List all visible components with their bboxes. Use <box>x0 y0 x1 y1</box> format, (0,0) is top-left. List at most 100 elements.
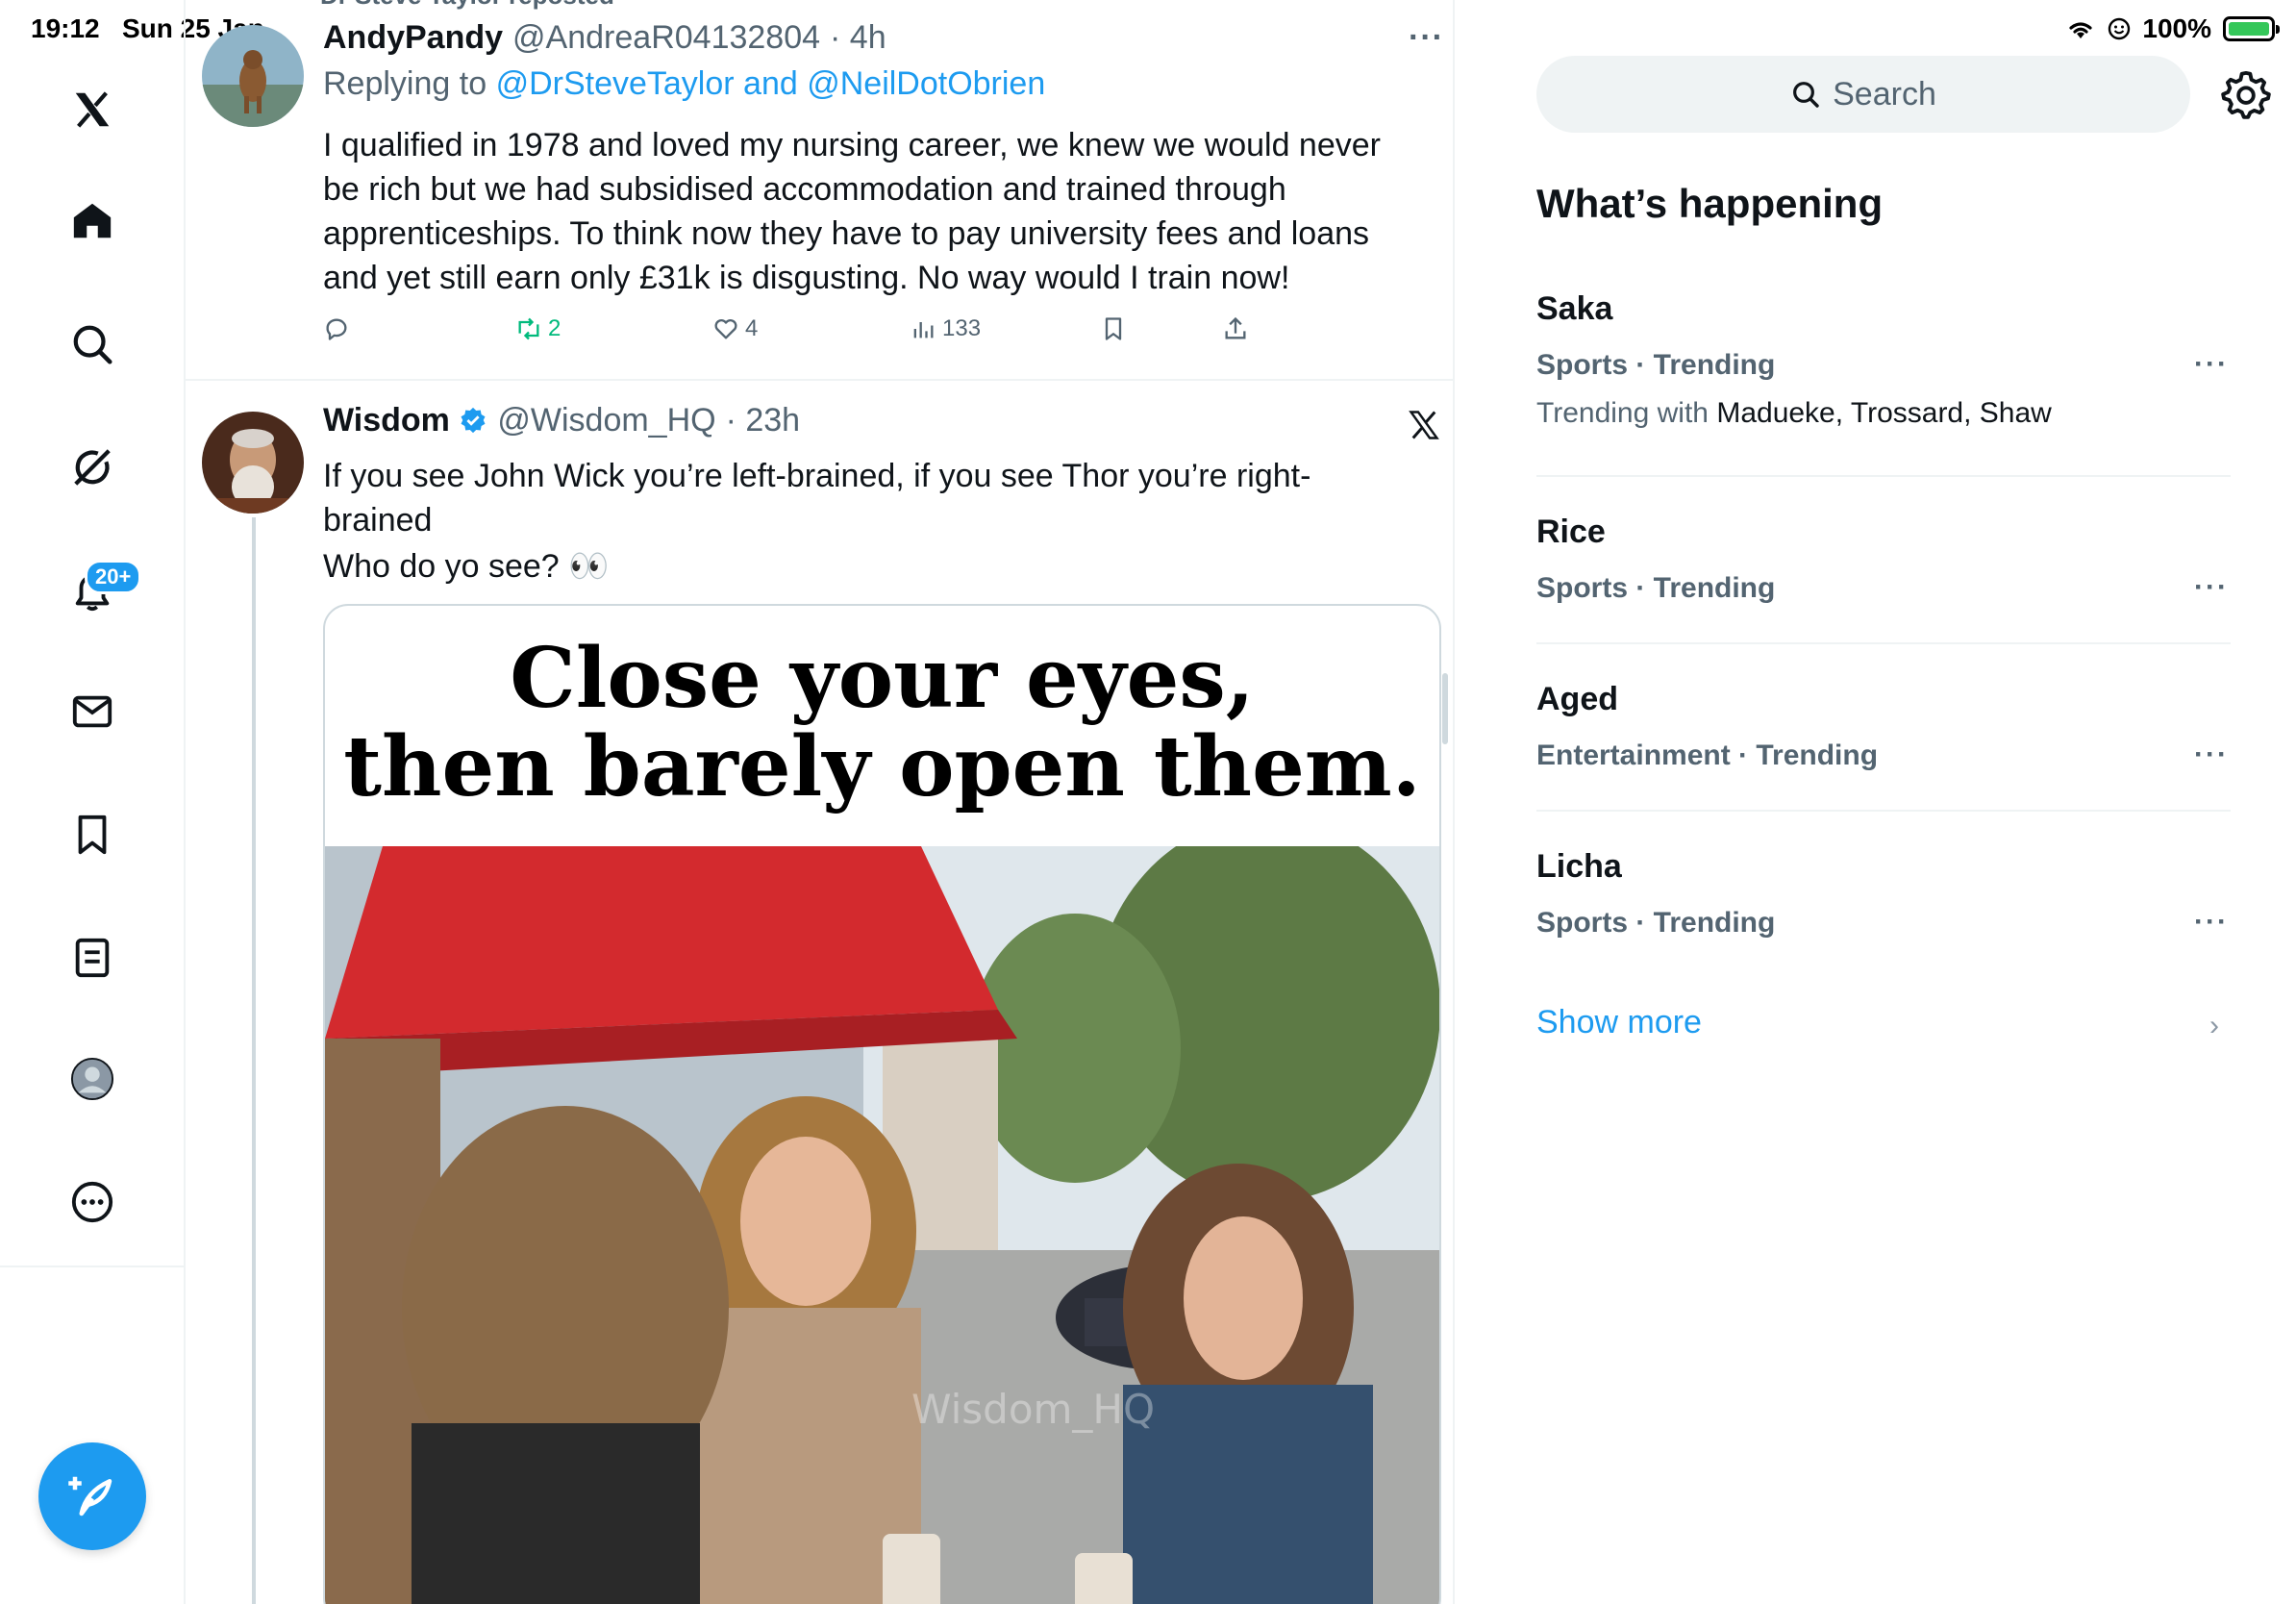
trend-related: Trending with Madueke, Trossard, Shaw <box>1536 397 2231 430</box>
bookmark-button[interactable] <box>1100 315 1127 342</box>
share-button[interactable] <box>1222 315 1249 342</box>
bookmark-icon <box>1105 317 1122 340</box>
gear-icon[interactable] <box>2221 69 2271 119</box>
author-name[interactable]: Wisdom <box>323 402 487 439</box>
search-placeholder: Search <box>1833 75 1936 113</box>
chevron-right-icon[interactable]: › <box>2209 1010 2219 1042</box>
media-caption-line1: Close your eyes, <box>510 630 1255 727</box>
nav-grok[interactable] <box>62 437 123 498</box>
trend-meta: Sports · Trending <box>1536 907 1776 939</box>
nav-profile[interactable] <box>62 1048 123 1110</box>
verified-badge-icon <box>461 407 486 434</box>
tweet-promoted[interactable]: Wisdom @Wisdom_HQ · 23h If you see John … <box>186 383 1453 1604</box>
envelope-icon <box>72 695 112 728</box>
trend-divider <box>1536 810 2231 812</box>
tweet-header: Wisdom @Wisdom_HQ · 23h <box>323 402 800 439</box>
repost-context: Dr Steve Taylor reposted <box>320 0 614 11</box>
media-watermark: Wisdom_HQ <box>911 1386 1155 1433</box>
replying-to-label: Replying to <box>323 65 487 102</box>
tweet-header: AndyPandy @AndreaR04132804 · 4h <box>323 19 886 57</box>
media-photo: Wisdom_HQ <box>325 846 1439 1604</box>
trend-item[interactable]: Aged Entertainment · Trending ··· <box>1536 681 2231 772</box>
show-more-link[interactable]: Show more <box>1536 1004 1702 1041</box>
grok-icon <box>74 449 111 486</box>
avatar-icon <box>70 1057 114 1101</box>
author-name-text: Wisdom <box>323 402 450 439</box>
author-handle[interactable]: @Wisdom_HQ <box>497 402 715 439</box>
tweet-text: I qualified in 1978 and loved my nursing… <box>323 127 1381 296</box>
trend-title: Licha <box>1536 848 1622 885</box>
more-circle-icon <box>71 1181 113 1223</box>
nav-more[interactable] <box>62 1171 123 1233</box>
trend-title: Saka <box>1536 290 1613 327</box>
trend-more-button[interactable]: ··· <box>2194 571 2229 604</box>
compose-button[interactable] <box>38 1442 146 1550</box>
search-icon <box>1793 82 1819 108</box>
views-chart-icon <box>913 322 934 338</box>
reply-button[interactable] <box>323 315 350 342</box>
tweet-media[interactable]: Close your eyes, then barely open them. <box>323 604 1441 1604</box>
reply-icon <box>326 318 347 340</box>
media-caption: Close your eyes, then barely open them. <box>325 635 1439 812</box>
trend-more-button[interactable]: ··· <box>2194 906 2229 939</box>
wifi-icon <box>2069 22 2092 38</box>
trend-title: Aged <box>1536 681 1618 717</box>
views-count: 133 <box>942 315 982 341</box>
list-icon <box>75 938 110 978</box>
compose-feather-icon <box>68 1476 112 1516</box>
author-handle[interactable]: @AndreaR04132804 <box>512 19 820 57</box>
scrollbar-thumb[interactable] <box>1442 673 1448 744</box>
replying-to-users[interactable]: @DrSteveTaylor and @NeilDotObrien <box>496 65 1046 102</box>
trend-item[interactable]: Saka Sports · Trending Trending with Mad… <box>1536 290 2231 430</box>
trend-title: Rice <box>1536 514 1606 550</box>
retweet-button[interactable]: 2 <box>515 315 561 342</box>
trend-more-button[interactable]: ··· <box>2194 348 2229 381</box>
share-icon <box>1225 316 1246 339</box>
focus-icon <box>2109 17 2131 40</box>
trend-meta: Sports · Trending <box>1536 349 1776 381</box>
nav-home[interactable] <box>62 190 123 252</box>
replying-to: Replying to @DrSteveTaylor and @NeilDotO… <box>323 65 1045 103</box>
views-button[interactable]: 133 <box>910 315 981 342</box>
nav-explore[interactable] <box>62 313 123 375</box>
nav-lists[interactable] <box>62 927 123 989</box>
trend-meta: Sports · Trending <box>1536 572 1776 604</box>
nav-bookmarks[interactable] <box>62 804 123 865</box>
tweet-more-button[interactable]: ··· <box>1409 19 1444 57</box>
battery-percent: 100% <box>2142 13 2211 43</box>
trend-related-names[interactable]: Madueke, Trossard, Shaw <box>1716 397 2052 429</box>
tweet-actions: 2 4 133 <box>323 315 1285 354</box>
home-icon <box>73 203 112 238</box>
trend-related-label: Trending with <box>1536 397 1709 429</box>
battery-level-fill <box>2229 22 2269 36</box>
battery-charging-icon <box>2223 16 2280 41</box>
search-input[interactable]: Search <box>1536 56 2190 133</box>
trend-item[interactable]: Licha Sports · Trending ··· <box>1536 848 2231 940</box>
media-caption-line2: then barely open them. <box>343 718 1421 815</box>
nav-messages[interactable] <box>62 681 123 742</box>
like-button[interactable]: 4 <box>712 315 758 342</box>
tweet-reply[interactable]: Dr Steve Taylor reposted AndyPandy @Andr… <box>186 0 1453 381</box>
search-icon <box>73 325 112 364</box>
trend-more-button[interactable]: ··· <box>2194 739 2229 771</box>
x-logo-icon[interactable] <box>1407 408 1441 442</box>
bookmark-icon <box>78 815 107 855</box>
heart-icon <box>714 318 737 339</box>
notifications-badge: 20+ <box>85 560 142 594</box>
trend-item[interactable]: Rice Sports · Trending ··· <box>1536 514 2231 605</box>
trend-divider <box>1536 642 2231 644</box>
retweet-count: 2 <box>548 315 562 341</box>
thread-line <box>252 517 256 1604</box>
status-indicators: 100% <box>2065 13 2280 44</box>
tweet-text-line1: If you see John Wick you’re left-brained… <box>323 458 1311 539</box>
avatar[interactable] <box>202 25 304 127</box>
x-logo-icon[interactable] <box>62 79 123 140</box>
tweet-time[interactable]: · 4h <box>830 19 886 57</box>
tweet-time[interactable]: · 23h <box>726 402 801 439</box>
timeline: Dr Steve Taylor reposted AndyPandy @Andr… <box>186 0 1455 1604</box>
side-nav: 20+ <box>0 0 186 1604</box>
tweet-text-line2: Who do yo see? 👀 <box>323 548 610 585</box>
author-name[interactable]: AndyPandy <box>323 19 503 57</box>
retweet-icon <box>518 317 539 340</box>
avatar[interactable] <box>202 412 304 514</box>
